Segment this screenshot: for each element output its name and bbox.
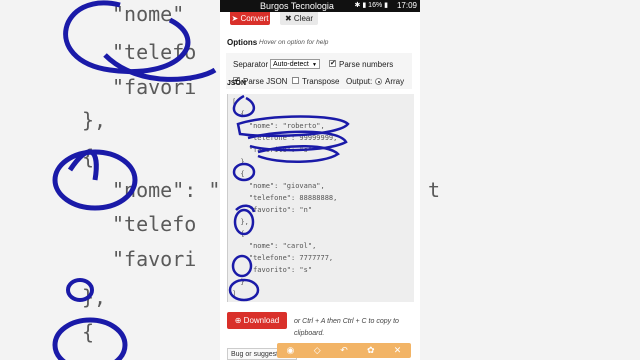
json-output-label: JSON [227,80,247,87]
parse-numbers-checkbox[interactable]: ✔ [329,60,336,67]
separator-value: Auto-detect [273,61,309,68]
battery-text: 16% [368,2,383,9]
close-icon[interactable]: ✕ [391,345,405,356]
parse-numbers-label: Parse numbers [339,60,394,69]
options-heading: Options [227,38,258,47]
signal-icon: ▮ [362,2,367,9]
phone-screen: Burgos Tecnologia ✱ ▮ 16% ▮ 17:09 ➤ Conv… [220,0,420,360]
background-left-panel: "nome" "telefo "favori }, { "nome": " "t… [0,0,220,360]
download-label: Download [243,316,280,325]
transpose-label: Transpose [302,77,340,86]
json-output-textarea[interactable]: [ { "nome": "roberto", "telefone": 99999… [227,94,414,302]
undo-icon[interactable]: ↶ [337,345,351,356]
chevron-down-icon: ▼ [312,62,317,68]
bluetooth-icon: ✱ [354,2,361,9]
status-bar: Burgos Tecnologia ✱ ▮ 16% ▮ 17:09 [220,0,420,12]
clear-button[interactable]: ✖ Clear [280,12,318,25]
output-value: Array [385,77,405,86]
parse-json-label: Parse JSON [243,77,288,86]
camera-icon[interactable]: ◉ [283,345,297,356]
close-icon: ✖ [284,14,292,23]
convert-label: Convert [240,14,269,23]
separator-label: Separator [233,60,269,69]
palette-icon[interactable]: ✿ [364,345,378,356]
battery-icon: ▮ [384,2,388,9]
clear-label: Clear [293,14,314,23]
options-hint: Hover on option for help [259,39,329,46]
background-right-panel: t [420,0,640,360]
copy-hint: or Ctrl + A then Ctrl + C to copy to cli… [294,318,399,337]
arrow-right-icon: ➤ [231,14,239,23]
download-button[interactable]: ⊕ Download [227,312,287,329]
app-title: Burgos Tecnologia [260,1,334,11]
annotation-toolbar: ◉ ◇ ↶ ✿ ✕ [277,343,411,358]
download-icon: ⊕ [234,316,242,325]
convert-button[interactable]: ➤ Convert [230,12,270,25]
separator-select[interactable]: Auto-detect ▼ [270,59,320,69]
pen-scribble-drawing [52,0,217,360]
output-array-radio[interactable] [375,78,382,85]
clock: 17:09 [396,1,417,10]
output-label: Output: [346,77,373,86]
eraser-icon[interactable]: ◇ [310,345,324,356]
status-icons: ✱ ▮ 16% ▮ [355,0,388,12]
transpose-checkbox[interactable] [292,77,299,84]
bg-text-fragment: t [428,178,441,202]
pen-scribble-drawing [228,94,350,302]
